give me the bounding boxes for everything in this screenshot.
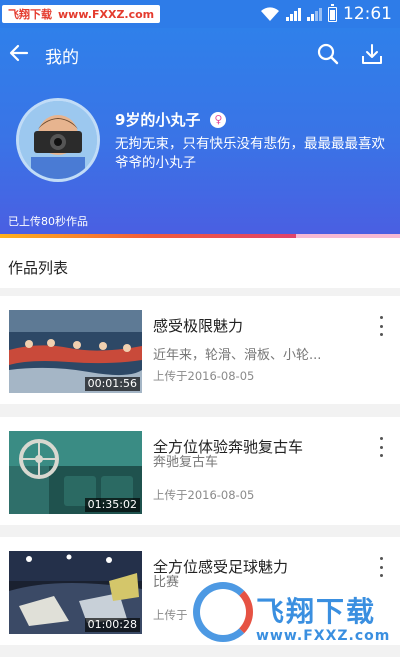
more-options-icon[interactable] — [378, 557, 384, 577]
watermark-brand: 飞翔下载 — [8, 8, 52, 21]
video-duration: 01:35:02 — [84, 498, 140, 512]
app-bar: 我的 — [0, 28, 400, 84]
video-date: 上传于2016-08-05 — [153, 369, 255, 383]
status-time: 12:61 — [343, 4, 392, 24]
signal-icon — [307, 7, 322, 21]
avatar[interactable] — [16, 98, 100, 182]
username: 9岁的小丸子 — [115, 111, 201, 129]
search-icon[interactable] — [316, 42, 340, 66]
video-description: 近年来，轮滑、滑板、小轮... — [153, 348, 322, 363]
profile-header: 我的 9岁的小丸子 ♀ 无拘无束，只有快乐没有悲伤，最最最最喜欢爷爷的小丸子 已… — [0, 28, 400, 238]
profile-bio: 无拘无束，只有快乐没有悲伤，最最最最喜欢爷爷的小丸子 — [115, 136, 385, 171]
watermark-logo: 飞翔下载 www.FXXZ.com — [188, 578, 400, 657]
female-icon: ♀ — [210, 111, 227, 128]
video-date: 上传于2016-08-05 — [153, 488, 255, 502]
battery-icon — [328, 3, 337, 22]
video-title: 感受极限魅力 — [153, 317, 244, 335]
watermark-url-large: www.FXXZ.com — [256, 628, 391, 644]
more-options-icon[interactable] — [378, 437, 384, 457]
watermark-circle-icon — [193, 582, 253, 642]
download-icon[interactable] — [360, 42, 384, 66]
list-item[interactable]: 00:01:56 感受极限魅力 近年来，轮滑、滑板、小轮... 上传于2016-… — [0, 296, 400, 404]
signal-icon — [286, 7, 301, 21]
back-arrow-icon[interactable] — [8, 42, 30, 64]
wifi-icon — [261, 7, 279, 21]
watermark-brand-large: 飞翔下载 — [256, 595, 377, 628]
more-options-icon[interactable] — [378, 316, 384, 336]
video-thumbnail[interactable]: 00:01:56 — [9, 310, 142, 393]
upload-info: 已上传80秒作品 — [8, 215, 88, 228]
video-date: 上传于 — [153, 608, 188, 622]
video-duration: 01:00:28 — [84, 618, 140, 632]
video-thumbnail[interactable]: 01:00:28 — [9, 551, 142, 634]
status-icons: 12:61 — [260, 3, 392, 24]
status-bar: 飞翔下载 www.FXXZ.com 12:61 — [0, 0, 400, 28]
video-description: 比赛 — [153, 575, 180, 590]
video-thumbnail[interactable]: 01:35:02 — [9, 431, 142, 514]
list-item[interactable]: 01:35:02 全方位体验奔驰复古车 奔驰复古车 上传于2016-08-05 — [0, 417, 400, 525]
username-row: 9岁的小丸子 ♀ — [115, 109, 227, 130]
video-duration: 00:01:56 — [84, 377, 140, 391]
video-description: 奔驰复古车 — [153, 455, 219, 470]
works-list-header: 作品列表 — [0, 238, 400, 288]
watermark-badge: 飞翔下载 www.FXXZ.com — [2, 5, 161, 23]
works-list-title: 作品列表 — [8, 259, 69, 277]
watermark-url: www.FXXZ.com — [58, 7, 155, 21]
page-title: 我的 — [45, 48, 79, 68]
